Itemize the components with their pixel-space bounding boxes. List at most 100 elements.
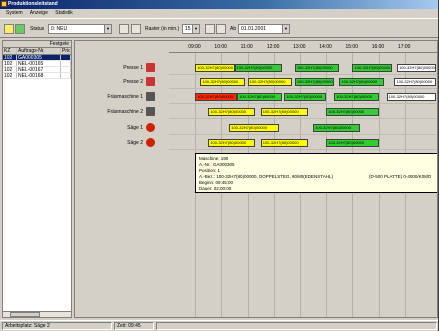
table-cell: NEL-00165 [17, 61, 61, 66]
time-tick-label: 12:00 [266, 44, 280, 50]
order-list-columns: KZ Auftrags-Nr. Prio [3, 48, 71, 55]
scrollbar-thumb[interactable] [10, 312, 40, 317]
zoom-out-icon[interactable] [216, 24, 226, 34]
raster-select[interactable]: 15 ▼ [182, 24, 200, 34]
table-cell [61, 73, 71, 78]
task-bar[interactable]: 100-32H7(80)00000 [313, 124, 361, 132]
press-icon [146, 63, 155, 72]
saw-icon [146, 138, 155, 147]
tooltip-extra: (D-500 PLATTE) 0-4000/K08/D [369, 174, 432, 179]
resource-row[interactable]: Fräsmaschine 2 [75, 105, 169, 119]
menu-bar: System Anzeige Statistik [0, 9, 439, 18]
task-bar[interactable]: 100-32H7(80)00000 [208, 108, 256, 116]
resource-row[interactable]: Presse 2 [75, 75, 169, 89]
resource-lane: 100-32H7(80)00000 100-32H7(80)00000 100-32… [169, 105, 437, 119]
press-icon [146, 77, 155, 86]
menu-system[interactable]: System [6, 10, 23, 16]
raster-label: Raster (in min.) [145, 26, 180, 32]
gantt-chart: 09:00 10:00 11:00 12:00 13:00 14:00 15:00 16:00… [74, 40, 438, 318]
task-bar[interactable]: 100-32H7(80)00000 [195, 64, 235, 72]
saw-icon [146, 123, 155, 132]
resource-lane: 100-32H7(80)00000 100-32H7(80)00000 100-32… [169, 75, 437, 89]
horizontal-scrollbar[interactable] [3, 311, 71, 317]
task-bar[interactable]: 100-32H7(80)00000 [386, 93, 437, 101]
table-row[interactable]: 102 NEL-00168 [3, 73, 71, 79]
task-bar[interactable]: 100-32H7(80)00000 [247, 78, 293, 86]
task-bar[interactable]: 100-32H7(80)00000 [237, 93, 282, 101]
status-empty [156, 322, 437, 330]
table-cell [61, 67, 71, 72]
title-bar: Produktionsleitstand [0, 0, 439, 9]
task-bar[interactable]: 100-32H7(80)00000 [260, 108, 308, 116]
status-bar: Arbeitsplatz: Säge 2 Zeit: 09:45 [0, 320, 439, 331]
time-tick-label: 11:00 [240, 44, 253, 50]
task-bar[interactable]: 100-32H7(80)00000 [394, 78, 437, 86]
task-bar[interactable]: 100-32H7(80)00000 [294, 64, 340, 72]
task-bar[interactable]: 100-32H7(80)00000 [200, 78, 246, 86]
table-cell: 102 [3, 73, 17, 78]
column-header[interactable]: Auftrags-Nr. [17, 48, 61, 54]
column-header[interactable]: Prio [61, 48, 71, 54]
resource-label: Presse 1 [123, 65, 143, 71]
task-bar[interactable]: 100-32H7(80)00000 [234, 64, 282, 72]
resource-row[interactable]: Säge 1 [75, 121, 169, 135]
task-bar[interactable]: 100-32H7(80)00000 [334, 93, 379, 101]
task-bar[interactable]: 100-32H7(80)00000 [326, 108, 379, 116]
app-icon [1, 1, 7, 7]
open-icon[interactable] [4, 24, 14, 34]
save-icon[interactable] [15, 24, 25, 34]
tooltip-line-wrap: A.-Bez.: 100-32H7(80)00000, DOPPELSTEG, … [199, 174, 435, 180]
table-cell: NEL-00167 [17, 67, 61, 72]
zoom-in-icon[interactable] [205, 24, 215, 34]
task-bar[interactable]: 100-32H7(80)00000 [339, 78, 384, 86]
resource-label: Säge 2 [127, 140, 143, 146]
resource-label: Fräsmaschine 2 [107, 109, 143, 115]
time-tick-label: 16:00 [371, 44, 385, 50]
resource-lane: 100-32H7(80)00000 100-32H7(80)00000 [169, 121, 437, 135]
task-tooltip: Maschine: 190 A.-Nr.: GA000305 Position: 1… [195, 153, 437, 193]
time-tick-label: 15:00 [345, 44, 358, 50]
status-workplace: Arbeitsplatz: Säge 2 [2, 322, 112, 330]
table-cell: 102 [3, 61, 17, 66]
time-tick-label: 13:00 [293, 44, 306, 50]
date-label: Ab [230, 26, 237, 32]
order-list: Festgele KZ Auftrags-Nr. Prio 102 GA00030… [2, 40, 72, 318]
task-bar[interactable]: 100-32H7(80)00000 [397, 64, 437, 72]
tool-icon[interactable] [119, 24, 129, 34]
time-tick-label: 14:00 [319, 44, 332, 50]
resource-lane: 100-32H7(80)00000 100-32H7(80)00000 100-32… [169, 136, 437, 150]
mill-icon [146, 107, 155, 116]
table-cell [61, 55, 71, 60]
menu-statistik[interactable]: Statistik [55, 10, 73, 16]
date-field[interactable]: 01.01.2001 ▼ [238, 24, 290, 34]
app-window: Produktionsleitstand System Anzeige Stat… [0, 0, 439, 331]
resource-label: Säge 1 [127, 125, 143, 131]
task-bar[interactable]: 100-32H7(80)00000 [326, 139, 379, 147]
tooltip-line: Dauer: 02:00:00 [199, 186, 232, 191]
time-tick-label: 09:00 [188, 44, 201, 50]
column-header[interactable]: KZ [3, 48, 17, 54]
task-bar[interactable]: 100-32H7(80)00000 [195, 93, 238, 101]
calendar-icon[interactable] [131, 24, 141, 34]
resource-lane: 100-32H7(80)00000 100-32H7(80)00000 100-32… [169, 61, 437, 75]
resource-label: Presse 2 [123, 79, 143, 85]
resource-row[interactable]: Säge 2 [75, 136, 169, 150]
task-bar[interactable]: 100-32H7(80)00000 [352, 64, 392, 72]
time-tick-label: 17:00 [397, 44, 411, 50]
task-bar[interactable]: 100-32H7(80)00000 [208, 139, 256, 147]
task-bar[interactable]: 100-32H7(80)00000 [260, 139, 308, 147]
task-bar[interactable]: 100-32H7(80)00000 [284, 93, 327, 101]
menu-anzeige[interactable]: Anzeige [30, 10, 48, 16]
status-select[interactable]: 0: NEU ▼ [48, 24, 112, 34]
resource-row[interactable]: Fräsmaschine 1 [75, 90, 169, 104]
table-cell: 102 [3, 55, 17, 60]
order-rows: 102 GA000305 102 NEL-00165 102 NEL-00167 102 NE… [3, 55, 71, 79]
task-bar[interactable]: 100-32H7(80)00000 [229, 124, 280, 132]
task-bar[interactable]: 100-32H7(80)00000 [294, 78, 335, 86]
table-cell [61, 61, 71, 66]
order-list-header: Festgele [3, 41, 71, 48]
mill-icon [146, 92, 155, 101]
resource-row[interactable]: Presse 1 [75, 61, 169, 75]
resource-lane: 100-32H7(80)00000 100-32H7(80)00000 100-32… [169, 90, 437, 104]
time-scale: 09:00 10:00 11:00 12:00 13:00 14:00 15:00 16:00… [169, 41, 437, 53]
